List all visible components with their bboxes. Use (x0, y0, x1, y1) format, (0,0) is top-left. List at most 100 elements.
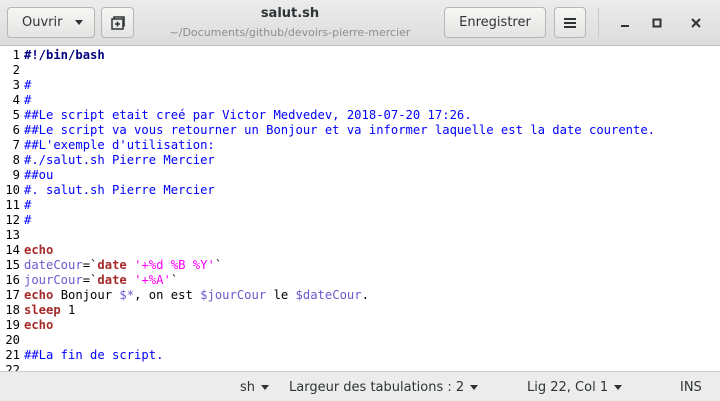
chevron-down-icon (261, 384, 270, 390)
line-number: 15 (5, 258, 20, 272)
new-tab-button[interactable] (101, 7, 134, 38)
code-token: $jourCour (200, 288, 267, 302)
code-token: ##L'exemple d'utilisation: (24, 138, 215, 152)
line-number: 10 (5, 183, 20, 197)
line-code: dateCour=`date '+%d %B %Y'` (24, 258, 222, 273)
line-code: # (24, 78, 31, 93)
code-token: date (97, 273, 127, 287)
line-number: 22 (5, 363, 20, 371)
code-editor[interactable]: 1 #!/bin/bash 2 3 #4 #5 ##Le script etait creé… (0, 46, 720, 371)
line-number: 12 (5, 213, 20, 227)
chevron-down-icon (614, 384, 623, 390)
line-code: #. salut.sh Pierre Mercier (24, 183, 215, 198)
line-code: echo (24, 318, 53, 333)
line-number: 19 (5, 318, 20, 332)
code-token: $* (119, 288, 135, 302)
code-token: echo (24, 243, 54, 257)
code-token: dateCour (24, 258, 83, 272)
line-number: 5 (12, 108, 20, 122)
code-token: ` (214, 258, 223, 272)
line-code: sleep 1 (24, 303, 75, 318)
code-token: '+%A' (134, 273, 171, 287)
window-subtitle: ~/Documents/github/devoirs-pierre-mercie… (169, 26, 411, 39)
status-bar: sh Largeur des tabulations : 2 Lig 22, C… (0, 371, 720, 401)
code-token: '+%d %B %Y' (134, 258, 215, 272)
line-number: 11 (5, 198, 20, 212)
code-token: sleep (24, 303, 61, 317)
maximize-icon (652, 18, 662, 28)
line-code: ##Le script etait creé par Victor Medved… (24, 108, 472, 123)
line-number: 20 (5, 333, 20, 347)
chevron-down-icon (470, 384, 479, 390)
line-code: ##La fin de script. (24, 348, 163, 363)
new-tab-icon (110, 15, 125, 30)
code-token: =` (82, 258, 98, 272)
minimize-icon (621, 25, 629, 27)
line-number: 2 (12, 63, 20, 77)
open-button-label: Ouvrir (22, 15, 63, 30)
code-token: $dateCour (295, 288, 362, 302)
close-button[interactable] (684, 11, 708, 35)
chevron-down-icon (75, 20, 83, 25)
code-token: # (24, 198, 32, 212)
line-number: 16 (5, 273, 20, 287)
window-title-area: salut.sh ~/Documents/github/devoirs-pier… (150, 6, 430, 41)
line-number: 14 (5, 243, 20, 257)
header-bar: Ouvrir salut.sh ~/Documents/github/devoi… (0, 0, 720, 46)
code-token: #. salut.sh Pierre Mercier (24, 183, 215, 197)
code-token: #!/bin/bash (24, 48, 105, 62)
line-code: # (24, 93, 31, 108)
line-code: #./salut.sh Pierre Mercier (24, 153, 215, 168)
insert-mode-indicator: INS (680, 379, 702, 395)
line-number: 13 (5, 228, 20, 242)
hamburger-menu-icon (564, 17, 576, 28)
menu-button[interactable] (554, 7, 586, 38)
line-code: echo (24, 243, 53, 258)
code-token: ##La fin de script. (24, 348, 164, 362)
cursor-position-label: Lig 22, Col 1 (527, 379, 609, 395)
line-code: ##Le script va vous retourner un Bonjour… (24, 123, 655, 138)
code-token: , on est (134, 288, 201, 302)
code-token: ##ou (24, 168, 54, 182)
line-code: # (24, 198, 31, 213)
maximize-button[interactable] (645, 11, 669, 35)
line-number: 1 (12, 48, 20, 62)
code-token: jourCour (24, 273, 83, 287)
code-token: # (24, 93, 32, 107)
save-button[interactable]: Enregistrer (444, 7, 546, 38)
line-number: 17 (5, 288, 20, 302)
code-token: Bonjour (53, 288, 120, 302)
line-number: 9 (12, 168, 20, 182)
minimize-button[interactable] (613, 11, 637, 35)
line-number: 8 (12, 153, 20, 167)
language-selector[interactable]: sh (240, 379, 270, 395)
code-token: ##Le script etait creé par Victor Medved… (24, 108, 472, 122)
line-number: 3 (12, 78, 20, 92)
code-token: . (361, 288, 369, 302)
cursor-position-selector[interactable]: Lig 22, Col 1 (527, 379, 623, 395)
line-code: jourCour=`date '+%A'` (24, 273, 178, 288)
line-number: 6 (12, 123, 20, 137)
code-token: 1 (60, 303, 76, 317)
code-token: #./salut.sh Pierre Mercier (24, 153, 215, 167)
line-number: 7 (12, 138, 20, 152)
tab-width-label: Largeur des tabulations : 2 (289, 379, 465, 395)
code-token: echo (24, 288, 54, 302)
code-token: # (24, 78, 32, 92)
header-separator (598, 8, 599, 38)
close-icon (691, 18, 701, 28)
code-token: =` (82, 273, 98, 287)
line-code: echo Bonjour $*, on est $jourCour le $da… (24, 288, 369, 303)
line-code: ##L'exemple d'utilisation: (24, 138, 215, 153)
line-code: ##ou (24, 168, 53, 183)
open-button[interactable]: Ouvrir (7, 7, 95, 38)
code-token: echo (24, 318, 54, 332)
insert-mode-label: INS (680, 379, 702, 395)
code-token: le (266, 288, 296, 302)
code-token: ` (170, 273, 179, 287)
tab-width-selector[interactable]: Largeur des tabulations : 2 (289, 379, 479, 395)
line-number: 21 (5, 348, 20, 362)
code-token: ##Le script va vous retourner un Bonjour… (24, 123, 656, 137)
line-code: #!/bin/bash (24, 48, 105, 63)
